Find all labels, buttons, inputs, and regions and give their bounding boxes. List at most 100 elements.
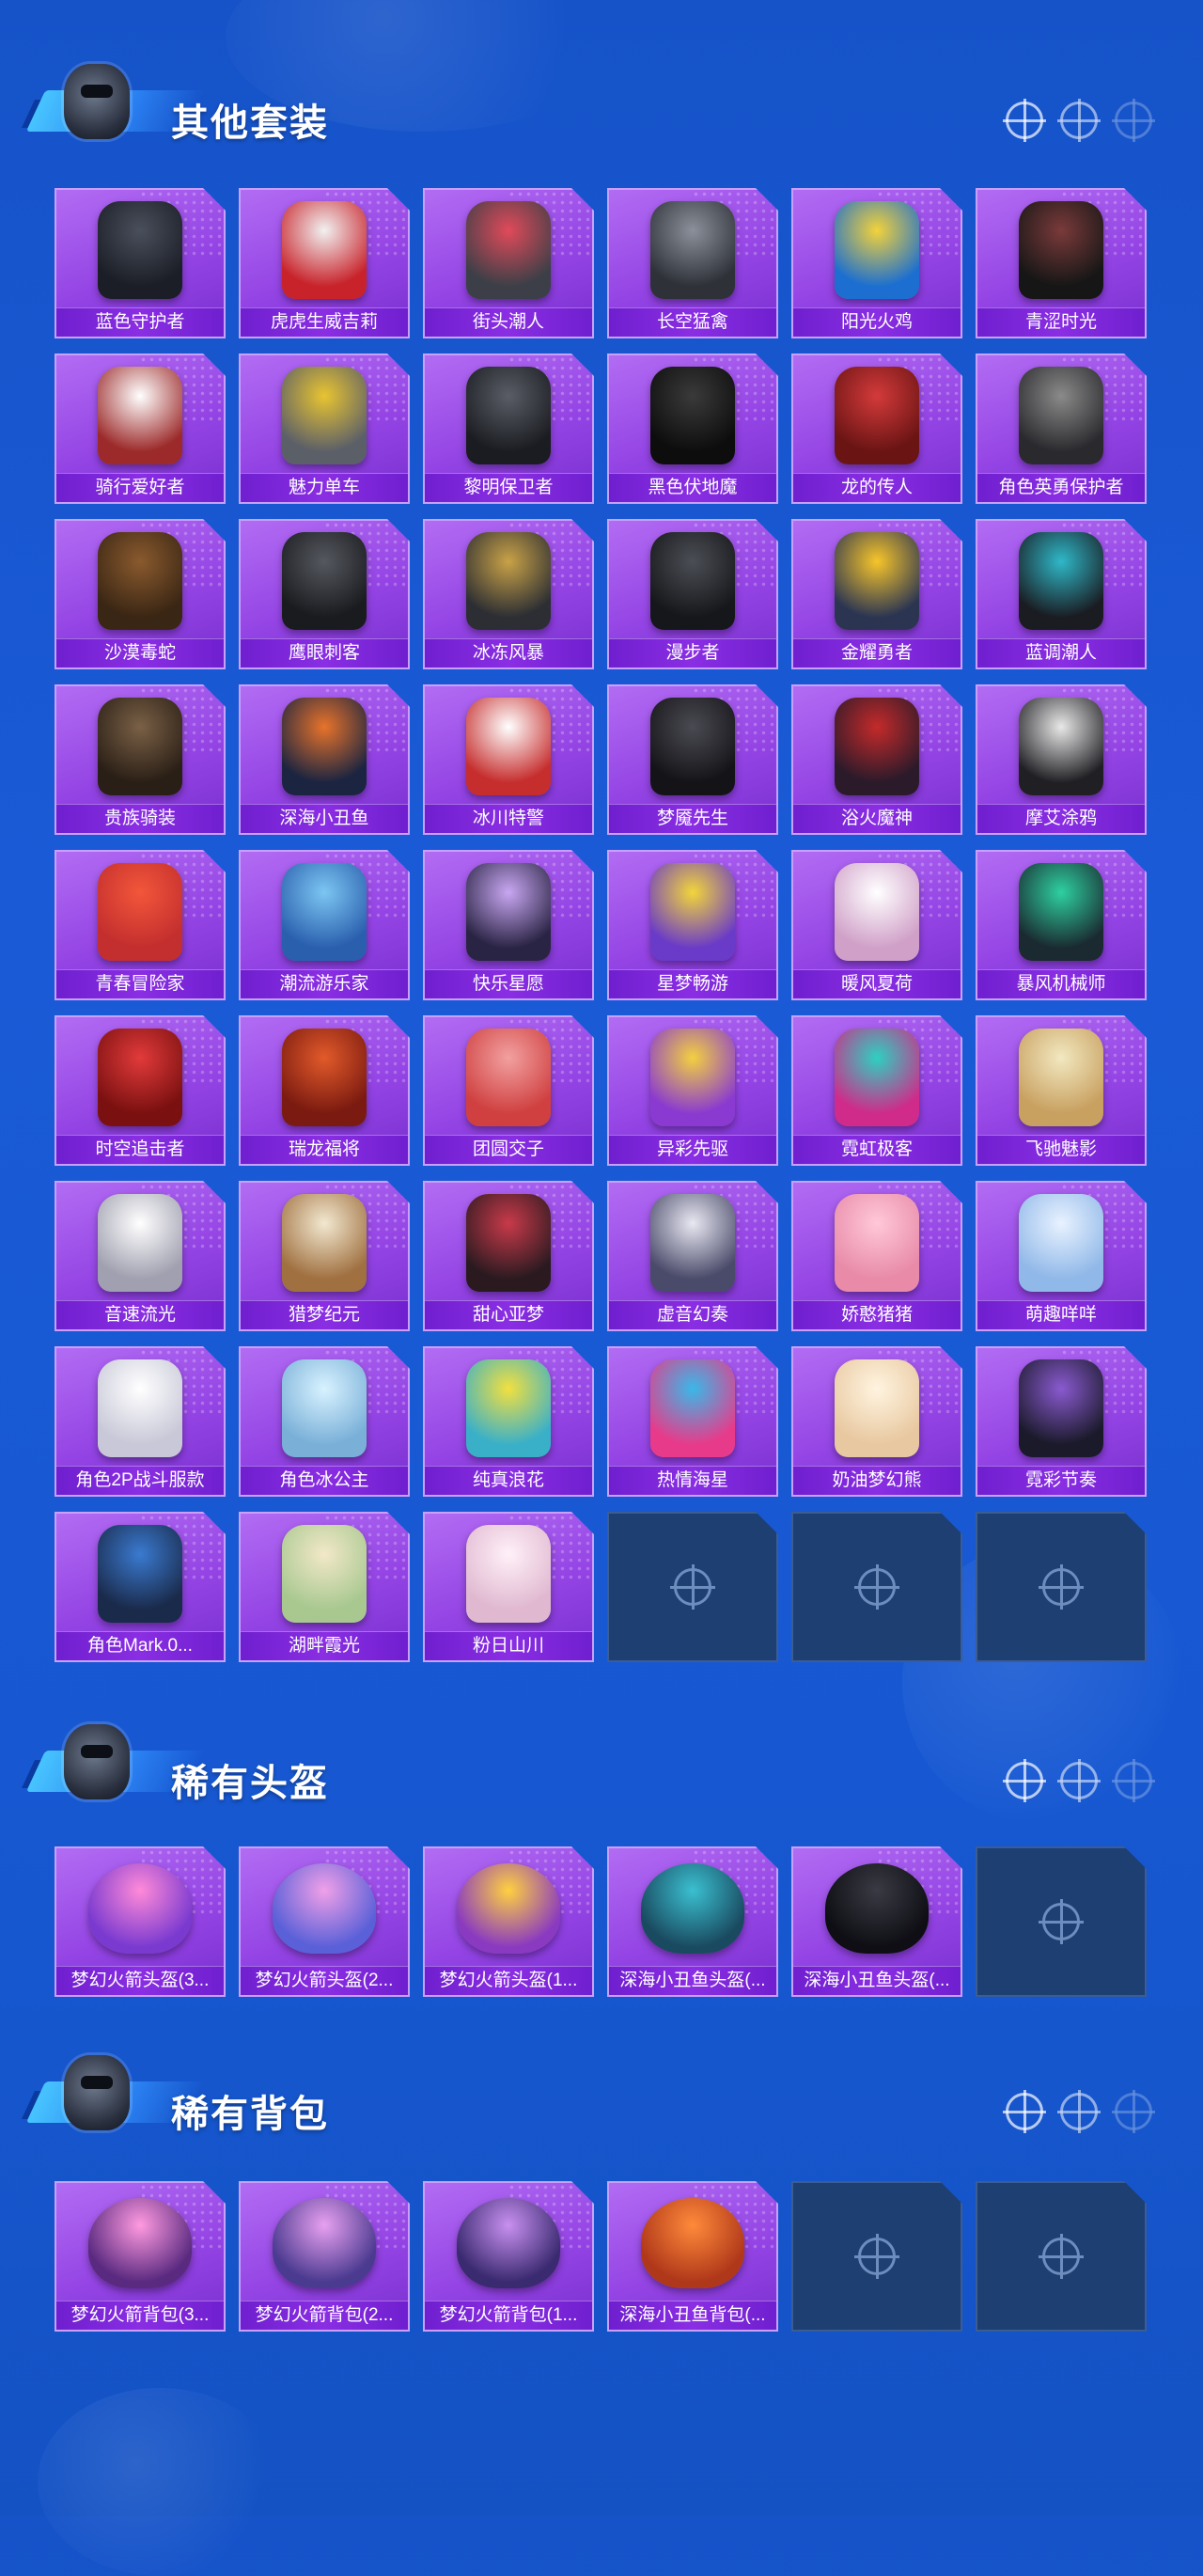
section-title: 稀有背包 xyxy=(171,2094,329,2135)
outfit-name: 娇憨猪猪 xyxy=(840,1305,913,1325)
outfit-card[interactable]: 团圆交子 xyxy=(423,1015,594,1166)
outfit-card[interactable]: 娇憨猪猪 xyxy=(791,1181,962,1331)
outfit-card[interactable]: 阳光火鸡 xyxy=(791,188,962,338)
helmet-card[interactable]: 梦幻火箭头盔(1... xyxy=(423,1846,594,1997)
outfit-card[interactable]: 音速流光 xyxy=(55,1181,226,1331)
outfit-card[interactable]: 猎梦纪元 xyxy=(239,1181,410,1331)
outfit-card[interactable]: 角色英勇保护者 xyxy=(976,353,1147,504)
outfit-name: 梦魇先生 xyxy=(656,809,728,828)
outfit-card[interactable]: 贵族骑装 xyxy=(55,684,226,835)
backpack-name: 梦幻火箭背包(2... xyxy=(255,2305,394,2325)
outfit-card[interactable]: 冰冻风暴 xyxy=(423,519,594,669)
backpack-card[interactable]: 深海小丑鱼背包(... xyxy=(607,2181,778,2332)
outfit-card[interactable]: 时空追击者 xyxy=(55,1015,226,1166)
outfit-card[interactable]: 飞驰魅影 xyxy=(976,1015,1147,1166)
outfit-card[interactable]: 浴火魔神 xyxy=(791,684,962,835)
outfit-name: 角色2P战斗服款 xyxy=(75,1470,205,1490)
crosshair-icon xyxy=(1042,2238,1080,2275)
outfit-card[interactable]: 黑色伏地魔 xyxy=(607,353,778,504)
outfit-name: 角色英勇保护者 xyxy=(998,478,1124,497)
outfit-image xyxy=(466,367,551,464)
outfit-name: 奶油梦幻熊 xyxy=(832,1470,922,1490)
outfit-card[interactable]: 暴风机械师 xyxy=(976,850,1147,1000)
outfit-card[interactable]: 星梦畅游 xyxy=(607,850,778,1000)
backpack-card[interactable]: 梦幻火箭背包(1... xyxy=(423,2181,594,2332)
outfit-name: 长空猛禽 xyxy=(656,312,728,332)
outfit-name: 龙的传人 xyxy=(840,478,913,497)
outfit-card[interactable]: 龙的传人 xyxy=(791,353,962,504)
helmet-card[interactable]: 深海小丑鱼头盔(... xyxy=(791,1846,962,1997)
crosshair-icon xyxy=(1042,1903,1080,1940)
outfit-card[interactable]: 漫步者 xyxy=(607,519,778,669)
outfit-card[interactable]: 角色2P战斗服款 xyxy=(55,1346,226,1497)
outfit-card[interactable]: 长空猛禽 xyxy=(607,188,778,338)
empty-slot xyxy=(791,1512,962,1662)
outfit-card[interactable]: 霓虹极客 xyxy=(791,1015,962,1166)
outfit-card[interactable]: 青涩时光 xyxy=(976,188,1147,338)
outfit-card[interactable]: 霓彩节奏 xyxy=(976,1346,1147,1497)
helmet-card[interactable]: 深海小丑鱼头盔(... xyxy=(607,1846,778,1997)
outfit-name: 冰川特警 xyxy=(472,809,544,828)
outfit-card[interactable]: 蓝调潮人 xyxy=(976,519,1147,669)
outfit-name: 瑞龙福将 xyxy=(288,1139,360,1159)
outfit-card[interactable]: 甜心亚梦 xyxy=(423,1181,594,1331)
outfit-card[interactable]: 虎虎生威吉莉 xyxy=(239,188,410,338)
outfit-card[interactable]: 黎明保卫者 xyxy=(423,353,594,504)
outfit-image xyxy=(1019,863,1103,961)
crosshair-icon xyxy=(674,1568,711,1606)
outfit-card[interactable]: 瑞龙福将 xyxy=(239,1015,410,1166)
outfit-card[interactable]: 魅力单车 xyxy=(239,353,410,504)
outfit-card[interactable]: 潮流游乐家 xyxy=(239,850,410,1000)
outfit-card[interactable]: 湖畔霞光 xyxy=(239,1512,410,1662)
outfit-name: 蓝调潮人 xyxy=(1024,643,1097,663)
outfit-image xyxy=(835,201,919,299)
outfit-card[interactable]: 角色冰公主 xyxy=(239,1346,410,1497)
outfit-name: 角色冰公主 xyxy=(279,1470,369,1490)
helmet-name: 梦幻火箭头盔(2... xyxy=(255,1971,394,1990)
outfit-card[interactable]: 快乐星愿 xyxy=(423,850,594,1000)
outfit-image xyxy=(1019,201,1103,299)
outfit-card[interactable]: 骑行爱好者 xyxy=(55,353,226,504)
helmet-card[interactable]: 梦幻火箭头盔(2... xyxy=(239,1846,410,1997)
outfit-name: 虚音幻奏 xyxy=(656,1305,728,1325)
crosshair-icon xyxy=(1057,1759,1101,1802)
outfit-card[interactable]: 沙漠毒蛇 xyxy=(55,519,226,669)
backpack-image xyxy=(273,2198,376,2288)
outfit-card[interactable]: 奶油梦幻熊 xyxy=(791,1346,962,1497)
empty-slot xyxy=(607,1512,778,1662)
outfit-name: 街头潮人 xyxy=(472,312,544,332)
outfit-name: 音速流光 xyxy=(103,1305,176,1325)
backpack-card[interactable]: 梦幻火箭背包(3... xyxy=(55,2181,226,2332)
outfit-card[interactable]: 蓝色守护者 xyxy=(55,188,226,338)
outfit-card[interactable]: 粉日山川 xyxy=(423,1512,594,1662)
outfit-name: 潮流游乐家 xyxy=(279,974,369,994)
outfit-card[interactable]: 金耀勇者 xyxy=(791,519,962,669)
outfit-name: 鹰眼刺客 xyxy=(288,643,360,663)
outfit-card[interactable]: 冰川特警 xyxy=(423,684,594,835)
outfit-card[interactable]: 角色Mark.0... xyxy=(55,1512,226,1662)
outfit-card[interactable]: 纯真浪花 xyxy=(423,1346,594,1497)
outfit-card[interactable]: 街头潮人 xyxy=(423,188,594,338)
outfit-name: 暴风机械师 xyxy=(1016,974,1106,994)
outfit-card[interactable]: 青春冒险家 xyxy=(55,850,226,1000)
outfit-card[interactable]: 虚音幻奏 xyxy=(607,1181,778,1331)
outfit-card[interactable]: 萌趣咩咩 xyxy=(976,1181,1147,1331)
outfit-card[interactable]: 摩艾涂鸦 xyxy=(976,684,1147,835)
helmet-card[interactable]: 梦幻火箭头盔(3... xyxy=(55,1846,226,1997)
backpack-card[interactable]: 梦幻火箭背包(2... xyxy=(239,2181,410,2332)
outfit-image xyxy=(98,1359,182,1457)
outfit-card[interactable]: 热情海星 xyxy=(607,1346,778,1497)
outfit-image xyxy=(1019,532,1103,630)
outfit-image xyxy=(835,1194,919,1292)
outfit-card[interactable]: 异彩先驱 xyxy=(607,1015,778,1166)
outfit-name: 霓彩节奏 xyxy=(1024,1470,1097,1490)
outfit-name: 骑行爱好者 xyxy=(95,478,185,497)
outfit-card[interactable]: 深海小丑鱼 xyxy=(239,684,410,835)
outfit-card[interactable]: 鹰眼刺客 xyxy=(239,519,410,669)
outfit-image xyxy=(466,1359,551,1457)
outfit-card[interactable]: 梦魇先生 xyxy=(607,684,778,835)
outfit-name: 浴火魔神 xyxy=(840,809,913,828)
outfit-card[interactable]: 暖风夏荷 xyxy=(791,850,962,1000)
outfit-name: 蓝色守护者 xyxy=(95,312,185,332)
outfit-image xyxy=(1019,367,1103,464)
